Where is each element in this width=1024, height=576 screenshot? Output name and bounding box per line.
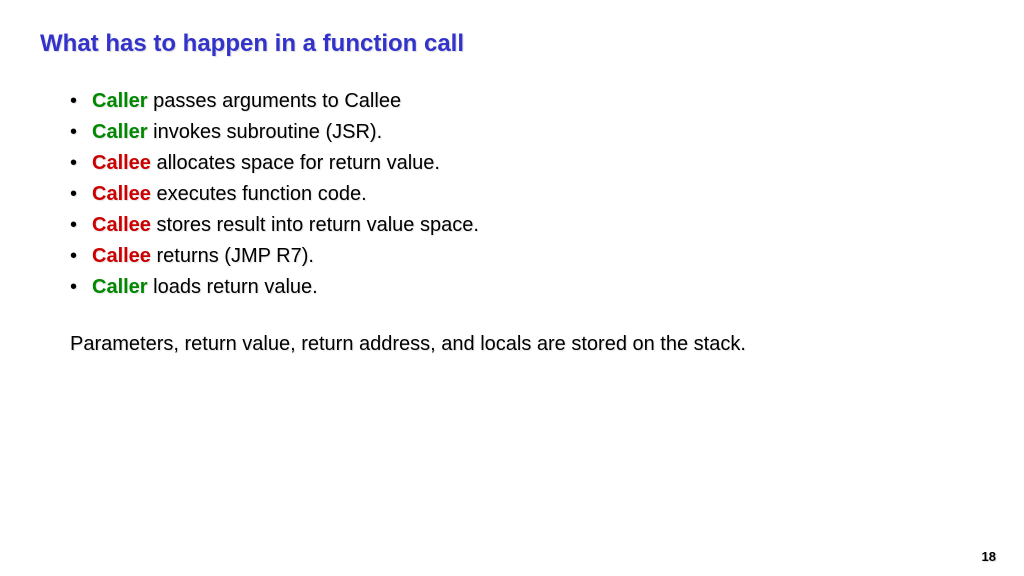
list-item: Callee executes function code.	[70, 179, 984, 210]
role-label: Callee	[92, 152, 151, 174]
list-item: Callee stores result into return value s…	[70, 210, 984, 241]
bullet-text: passes arguments to Callee	[148, 90, 401, 112]
list-item: Callee returns (JMP R7).	[70, 241, 984, 272]
list-item: Caller loads return value.	[70, 272, 984, 303]
list-item: Caller passes arguments to Callee	[70, 86, 984, 117]
role-label: Callee	[92, 214, 151, 236]
bullet-text: allocates space for return value.	[151, 152, 440, 174]
bullet-text: executes function code.	[151, 183, 367, 205]
list-item: Caller invokes subroutine (JSR).	[70, 117, 984, 148]
role-label: Callee	[92, 183, 151, 205]
bullet-text: returns (JMP R7).	[151, 245, 314, 267]
role-label: Caller	[92, 90, 148, 112]
page-number: 18	[982, 549, 996, 564]
bullet-list: Caller passes arguments to Callee Caller…	[70, 86, 984, 303]
role-label: Caller	[92, 276, 148, 298]
bullet-text: invokes subroutine (JSR).	[148, 121, 383, 143]
bullet-text: loads return value.	[148, 276, 318, 298]
summary-text: Parameters, return value, return address…	[70, 333, 984, 356]
role-label: Caller	[92, 121, 148, 143]
role-label: Callee	[92, 245, 151, 267]
list-item: Callee allocates space for return value.	[70, 148, 984, 179]
slide-title: What has to happen in a function call	[40, 30, 984, 58]
bullet-text: stores result into return value space.	[151, 214, 479, 236]
